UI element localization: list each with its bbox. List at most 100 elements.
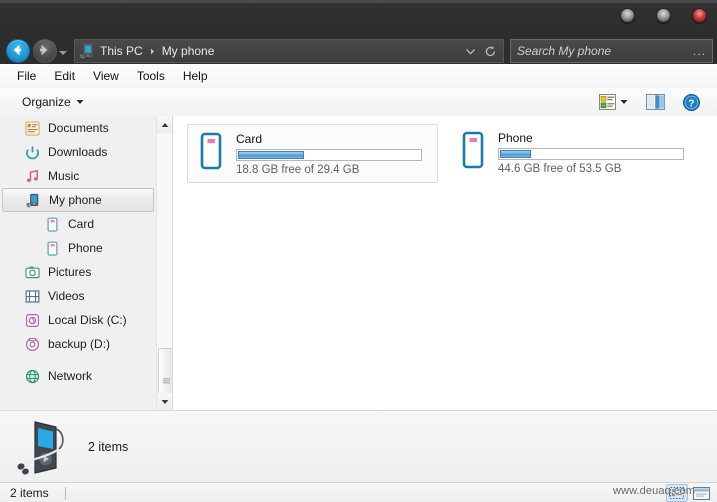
network-icon [24, 368, 40, 384]
toolbar-right-actions: ? [596, 92, 717, 113]
drive-tile-info: Card 18.8 GB free of 29.4 GB [236, 130, 422, 177]
drive-name: Card [236, 132, 263, 146]
breadcrumb-this-pc[interactable]: This PC [96, 44, 147, 58]
close-button[interactable] [692, 8, 707, 23]
downloads-icon [24, 144, 40, 160]
drive-capacity-bar [236, 149, 422, 161]
sidebar-item-local-disk-c[interactable]: Local Disk (C:) [0, 308, 156, 332]
status-item-count: 2 items [10, 486, 49, 500]
scrollbar-track[interactable] [157, 133, 174, 413]
navigation-bar: This PC My phone Search My phone ... [0, 36, 717, 64]
menu-tools[interactable]: Tools [128, 67, 174, 85]
drive-icon [44, 216, 60, 232]
sidebar-item-documents[interactable]: Documents [0, 116, 156, 140]
menu-edit[interactable]: Edit [45, 67, 84, 85]
phone-device-icon [79, 43, 93, 59]
drive-capacity-bar [498, 148, 684, 160]
refresh-icon[interactable] [484, 45, 497, 58]
navigation-pane: Documents Downloads Music My phone Card … [0, 116, 156, 410]
drive-tile-card[interactable]: Card 18.8 GB free of 29.4 GB [187, 124, 438, 183]
sidebar-item-phone[interactable]: Phone [0, 236, 156, 260]
search-overflow[interactable]: ... [693, 44, 712, 58]
preview-pane-button[interactable] [643, 92, 668, 112]
sidebar-item-videos[interactable]: Videos [0, 284, 156, 308]
sidebar-item-label: backup (D:) [48, 337, 111, 351]
music-icon [24, 168, 40, 184]
menu-view[interactable]: View [84, 67, 128, 85]
file-list-pane[interactable]: Card 18.8 GB free of 29.4 GB Phone 44.6 … [173, 116, 717, 410]
details-pane-text: 2 items [88, 440, 129, 454]
organize-label: Organize [22, 95, 71, 109]
scroll-down-icon [161, 399, 169, 404]
chevron-down-icon [59, 51, 67, 55]
view-options-icon [599, 94, 616, 110]
sidebar-item-label: Documents [48, 121, 109, 135]
sidebar-item-label: Phone [68, 241, 103, 255]
minimize-button[interactable] [620, 8, 635, 23]
sidebar-item-network[interactable]: Network [0, 364, 156, 388]
drive-tile-info: Phone 44.6 GB free of 53.5 GB [498, 129, 684, 176]
sidebar-item-label: Downloads [48, 145, 108, 159]
breadcrumb-separator-icon[interactable] [148, 47, 157, 56]
breadcrumb-my-phone[interactable]: My phone [158, 44, 219, 58]
sidebar-item-label: Music [48, 169, 80, 183]
back-button[interactable] [6, 39, 30, 63]
drive-capacity-fill [238, 151, 304, 159]
help-button[interactable]: ? [680, 92, 703, 113]
sidebar-item-label: Network [48, 369, 93, 383]
drive-free-space: 18.8 GB free of 29.4 GB [236, 164, 360, 176]
chevron-down-icon [620, 100, 628, 104]
site-watermark: www.deuaq.com [612, 485, 695, 497]
sidebar-item-label: Card [68, 217, 95, 231]
drive-tile-phone[interactable]: Phone 44.6 GB free of 53.5 GB [450, 124, 699, 181]
file-explorer-window: This PC My phone Search My phone ... Fil… [0, 0, 717, 502]
sidebar-scrollbar[interactable] [156, 116, 174, 413]
address-bar[interactable]: This PC My phone [74, 39, 504, 63]
command-toolbar: Organize ? [0, 88, 717, 117]
search-placeholder: Search My phone [517, 44, 612, 58]
sidebar-item-card[interactable]: Card [0, 212, 156, 236]
sidebar-item-downloads[interactable]: Downloads [0, 140, 156, 164]
scroll-up-icon [161, 122, 169, 127]
memory-card-icon [200, 132, 222, 170]
sidebar-item-pictures[interactable]: Pictures [0, 260, 156, 284]
maximize-button[interactable] [656, 8, 671, 23]
drive-icon [44, 240, 60, 256]
menu-help[interactable]: Help [174, 67, 217, 85]
forward-arrow-icon [40, 44, 48, 56]
window-controls [620, 8, 707, 23]
drive-free-space: 44.6 GB free of 53.5 GB [498, 163, 622, 175]
change-view-button[interactable] [596, 92, 631, 112]
organize-button[interactable]: Organize [16, 92, 90, 112]
disk-icon [24, 312, 40, 328]
scrollbar-grip-icon [162, 377, 170, 383]
drive-capacity-fill [500, 150, 531, 158]
preview-pane-icon [646, 94, 665, 110]
videos-icon [24, 288, 40, 304]
menu-file[interactable]: File [8, 67, 45, 85]
status-divider [64, 486, 66, 500]
history-dropdown-button[interactable] [58, 46, 68, 55]
back-arrow-icon [13, 44, 21, 56]
sidebar-item-music[interactable]: Music [0, 164, 156, 188]
sidebar-item-label: Local Disk (C:) [48, 313, 127, 327]
sidebar-item-backup-d[interactable]: backup (D:) [0, 332, 156, 356]
svg-text:?: ? [688, 97, 694, 109]
sidebar-item-label: My phone [49, 193, 102, 207]
documents-icon [24, 120, 40, 136]
forward-button[interactable] [33, 39, 57, 63]
title-bar-top-strip [0, 0, 717, 3]
previous-locations-icon[interactable] [464, 45, 477, 58]
scroll-up-button[interactable] [157, 116, 173, 133]
scroll-down-button[interactable] [157, 393, 173, 410]
address-bar-actions [464, 45, 503, 58]
memory-card-icon [462, 131, 484, 169]
menu-bar: File Edit View Tools Help [0, 64, 717, 89]
media-player-icon [17, 421, 64, 475]
search-input[interactable]: Search My phone ... [510, 39, 713, 63]
phone-device-icon [25, 192, 41, 208]
sidebar-item-my-phone[interactable]: My phone [2, 188, 154, 212]
chevron-down-icon [76, 100, 84, 104]
sidebar-item-label: Videos [48, 289, 85, 303]
